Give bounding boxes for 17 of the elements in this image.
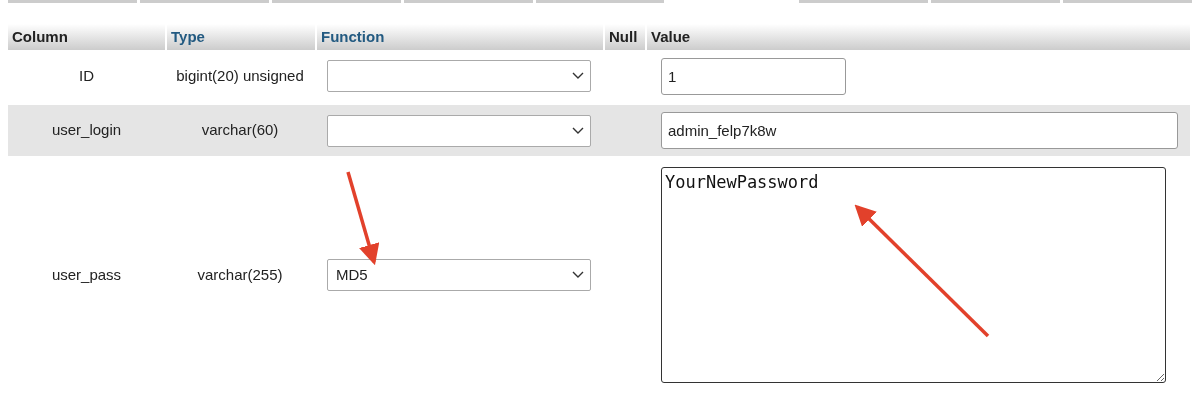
column-header: Value [651,26,691,47]
column-header-link[interactable]: Type [171,25,205,49]
column-name: user_pass [51,264,122,285]
column-name: user_login [51,120,122,141]
value-field[interactable]: 1 [661,57,846,95]
column-name: ID [79,65,94,86]
function-dropdown[interactable] [327,114,591,147]
function-dropdown[interactable] [327,60,591,92]
column-type: varchar(60) [201,120,279,141]
value-field[interactable]: YourNewPassword [661,167,1166,383]
column-type: bigint(20) unsigned [176,65,304,86]
value-field[interactable]: admin_felp7k8w [661,112,1178,149]
column-type: varchar(255) [197,264,283,285]
column-header: Null [609,26,638,47]
column-header-link[interactable]: Function [321,25,385,49]
column-header: Column [12,26,68,47]
function-dropdown[interactable]: MD5 [327,259,591,291]
